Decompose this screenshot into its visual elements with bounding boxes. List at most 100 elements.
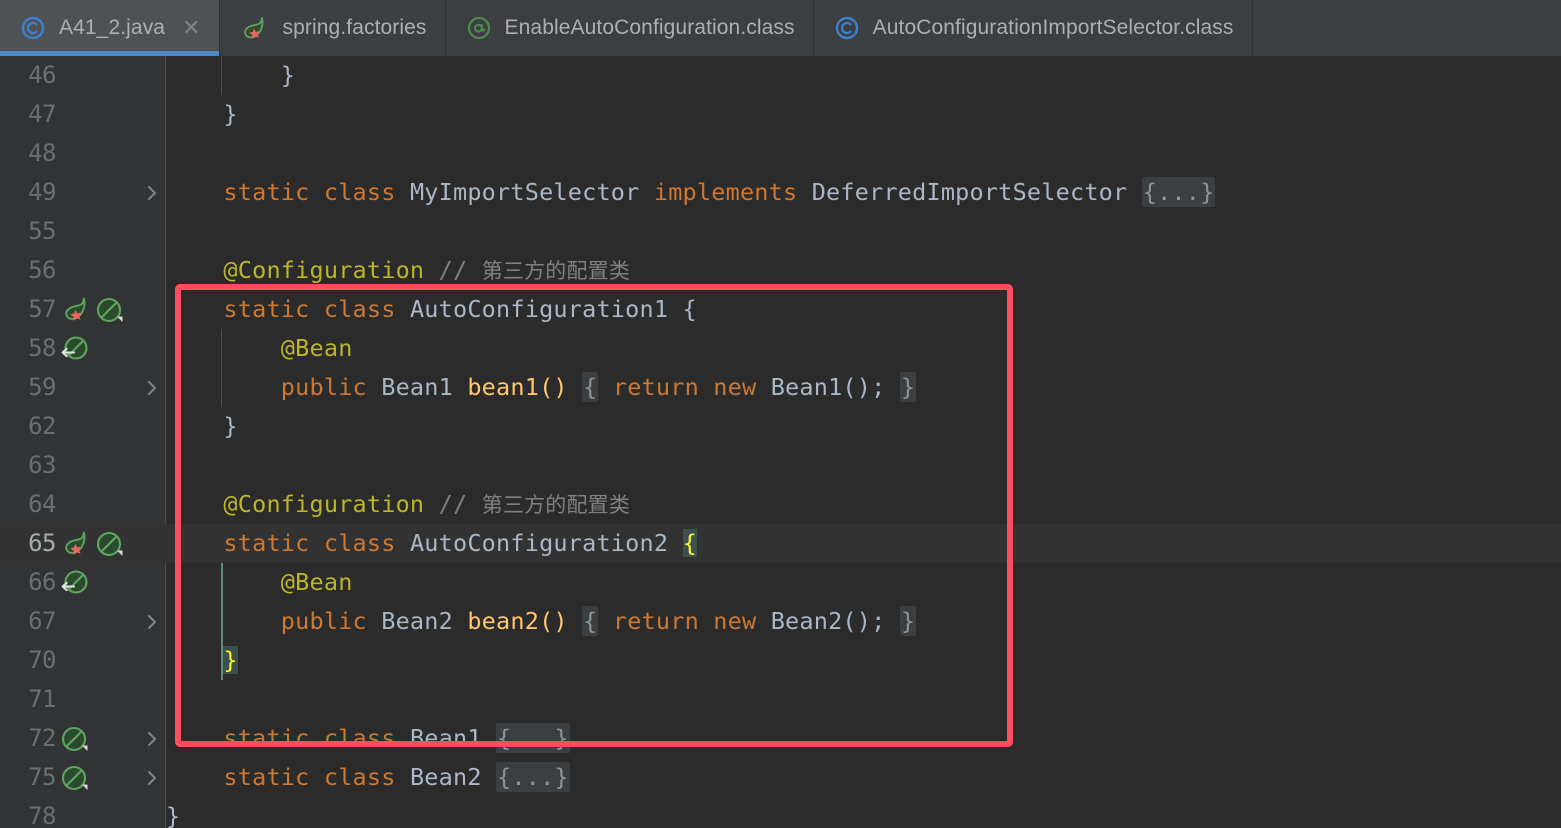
code-token: {	[582, 372, 599, 402]
code-line-row[interactable]: 55	[0, 212, 1561, 251]
line-number: 75	[28, 763, 56, 791]
code-token: @Bean	[280, 334, 353, 362]
code-token: static class	[223, 178, 410, 206]
code-token: @Configuration	[223, 256, 439, 284]
code-token: DeferredImportSelector	[811, 178, 1142, 206]
code-line-row[interactable]: 64 @Configuration // 第三方的配置类	[0, 485, 1561, 524]
code-line-text: @Configuration // 第三方的配置类	[166, 251, 630, 290]
gutter-icon-group[interactable]	[60, 563, 90, 602]
gutter-icon-group[interactable]	[60, 329, 90, 368]
code-token: }	[166, 412, 238, 440]
code-line-row[interactable]: 71	[0, 680, 1561, 719]
code-token: public	[280, 373, 382, 401]
code-line-row[interactable]: 58 @Bean	[0, 329, 1561, 368]
code-line-row[interactable]: 62 }	[0, 407, 1561, 446]
line-number: 47	[28, 100, 56, 128]
java-class-icon	[834, 15, 860, 41]
java-class-icon	[20, 15, 46, 41]
spring-bean-icon[interactable]	[60, 296, 92, 324]
code-line-row[interactable]: 78}	[0, 797, 1561, 828]
chevron-right-icon[interactable]	[143, 758, 161, 797]
code-line-text: }	[166, 641, 238, 680]
code-line-row[interactable]: 47 }	[0, 95, 1561, 134]
code-line-row[interactable]: 48	[0, 134, 1561, 173]
code-line-row[interactable]: 49 static class MyImportSelector impleme…	[0, 173, 1561, 212]
line-number: 57	[28, 295, 56, 323]
code-line-text: static class AutoConfiguration2 {	[166, 524, 697, 563]
line-number: 70	[28, 646, 56, 674]
code-line-row[interactable]: 67 public Bean2 bean2() { return new Bea…	[0, 602, 1561, 641]
code-line-text: @Configuration // 第三方的配置类	[166, 485, 630, 524]
line-number: 62	[28, 412, 56, 440]
gutter-icon-group[interactable]	[60, 719, 90, 758]
indent-guide	[221, 56, 222, 95]
tab-label: AutoConfigurationImportSelector.class	[872, 16, 1234, 39]
spring-bean-icon[interactable]	[60, 530, 92, 558]
line-number: 71	[28, 685, 56, 713]
line-number: 46	[28, 61, 56, 89]
chevron-right-icon[interactable]	[143, 602, 161, 641]
code-token: }	[223, 646, 238, 674]
spring-config-icon[interactable]	[95, 296, 125, 324]
gutter-icon-group[interactable]	[60, 758, 90, 797]
code-line-text: @Bean	[166, 329, 353, 368]
indent-guide	[221, 329, 222, 407]
code-token: Bean2	[381, 607, 468, 635]
line-number: 78	[28, 802, 56, 828]
editor-tab-enableautoconfiguration-class[interactable]: EnableAutoConfiguration.class	[446, 0, 814, 56]
code-line-text: static class MyImportSelector implements…	[166, 173, 1216, 212]
gutter-icon-group[interactable]	[60, 524, 125, 563]
editor-tab-spring-factories[interactable]: spring.factories	[220, 0, 446, 56]
code-line-row[interactable]: 70 }	[0, 641, 1561, 680]
code-line-row[interactable]: 72 static class Bean1 {...}	[0, 719, 1561, 758]
code-line-text: }	[166, 407, 238, 446]
code-line-row[interactable]: 57 static class AutoConfiguration1 {	[0, 290, 1561, 329]
code-line-row[interactable]: 46 }	[0, 56, 1561, 95]
code-line-row[interactable]: 75 static class Bean2 {...}	[0, 758, 1561, 797]
spring-leaf-icon[interactable]	[240, 15, 270, 41]
chevron-right-icon[interactable]	[143, 173, 161, 212]
code-line-row[interactable]: 59 public Bean1 bean1() { return new Bea…	[0, 368, 1561, 407]
line-number: 65	[28, 529, 56, 557]
spring-config-icon[interactable]	[60, 764, 90, 792]
code-token: static class	[223, 724, 410, 752]
spring-config-icon[interactable]	[60, 725, 90, 753]
code-token: Bean1	[381, 373, 468, 401]
editor-tab-a41-2-java[interactable]: A41_2.java ✕	[0, 0, 220, 56]
line-number: 55	[28, 217, 56, 245]
chevron-right-icon[interactable]	[143, 368, 161, 407]
code-token: }	[166, 802, 181, 828]
code-editor[interactable]: 46 } 47 } 48 49 static class MyImportSelect…	[0, 56, 1561, 828]
code-line-row[interactable]: 65 static class AutoConfiguration2 {	[0, 524, 1561, 563]
code-line-row[interactable]: 63	[0, 446, 1561, 485]
code-line-text: static class Bean2 {...}	[166, 758, 570, 797]
line-number: 48	[28, 139, 56, 167]
code-token: MyImportSelector	[409, 178, 654, 206]
gutter-icon-group[interactable]	[60, 290, 125, 329]
line-number: 63	[28, 451, 56, 479]
code-line-text: static class AutoConfiguration1 {	[166, 290, 697, 329]
code-token: bean1()	[467, 373, 568, 401]
chevron-right-icon[interactable]	[143, 719, 161, 758]
code-token: }	[166, 100, 238, 128]
spring-config-icon[interactable]	[95, 530, 125, 558]
code-token: Bean2();	[770, 607, 886, 635]
editor-tab-autoconfigurationimportselector-class[interactable]: AutoConfigurationImportSelector.class	[814, 0, 1253, 56]
code-line-text: }	[166, 95, 238, 134]
code-line-row[interactable]: 56 @Configuration // 第三方的配置类	[0, 251, 1561, 290]
close-icon[interactable]: ✕	[182, 17, 200, 39]
code-line-row[interactable]: 66 @Bean	[0, 563, 1561, 602]
code-token: @Configuration	[223, 490, 439, 518]
spring-navigate-icon[interactable]	[60, 569, 90, 597]
spring-navigate-icon[interactable]	[60, 335, 90, 363]
